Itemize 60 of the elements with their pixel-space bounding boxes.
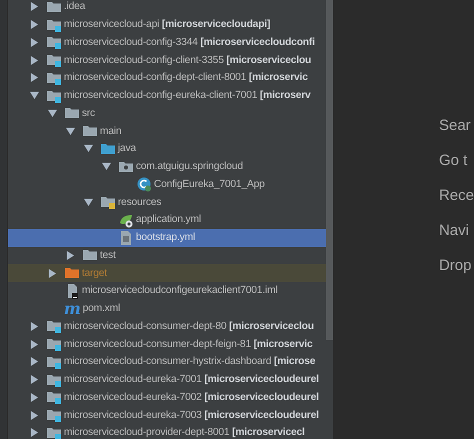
- collapsed-arrow-icon[interactable]: [30, 357, 39, 366]
- expanded-arrow-icon[interactable]: [66, 126, 75, 136]
- tree-item[interactable]: microservicecloud-eureka-7003 [microservicecloudeurel: [8, 406, 326, 424]
- expanded-arrow-icon[interactable]: [48, 108, 57, 118]
- collapsed-arrow-icon[interactable]: [30, 375, 39, 384]
- collapsed-arrow-icon[interactable]: [30, 2, 39, 12]
- tree-item[interactable]: microservicecloud-consumer-dept-80 [microserviceclou: [8, 318, 326, 336]
- tree-item[interactable]: microservicecloud-provider-dept-8001 [microservicecl: [8, 424, 326, 439]
- tree-item[interactable]: microservicecloud-config-client-3355 [microserviceclou: [8, 51, 326, 69]
- expanded-arrow-icon[interactable]: [84, 198, 93, 207]
- tree-item[interactable]: microservicecloud-config-3344 [microservicecloudconfi: [8, 34, 326, 52]
- collapsed-arrow-icon[interactable]: [66, 250, 75, 260]
- tree-item[interactable]: .idea: [8, 0, 326, 16]
- tree-item[interactable]: application.yml: [8, 211, 326, 229]
- module-folder-icon: [46, 336, 62, 352]
- tree-item[interactable]: microservicecloud-eureka-7001 [microservicecloudeurel: [8, 370, 326, 388]
- tree-item[interactable]: microservicecloud-config-dept-client-8001 [microservic: [8, 69, 326, 87]
- editor-hint: Drop: [438, 256, 472, 276]
- collapsed-arrow-icon[interactable]: [30, 322, 39, 331]
- collapsed-arrow-icon[interactable]: [30, 392, 39, 402]
- collapsed-arrow-icon[interactable]: [30, 73, 39, 82]
- resources-folder-icon: [100, 194, 116, 210]
- tree-item[interactable]: com.atguigu.springcloud: [8, 158, 326, 176]
- tree-item[interactable]: microservicecloud-consumer-dept-feign-81 [microservic: [8, 335, 326, 353]
- module-folder-icon: [46, 52, 62, 68]
- tree-item[interactable]: microservicecloud-consumer-hystrix-dashboard [microse: [8, 353, 326, 371]
- editor-hint: Navi: [438, 221, 470, 241]
- tree-item[interactable]: microservicecloudconfigeurekaclient7001.iml: [8, 282, 326, 300]
- collapsed-arrow-icon[interactable]: [30, 20, 39, 30]
- folder-icon: [46, 0, 62, 15]
- editor-hint: Sear: [438, 116, 472, 136]
- tree-item[interactable]: microservicecloud-api [microservicecloudapi]: [8, 16, 326, 34]
- editor-hint: Rece: [438, 186, 474, 206]
- tree-item[interactable]: microservicecloud-config-eureka-client-7001 [microserv: [8, 86, 326, 104]
- collapsed-arrow-icon[interactable]: [30, 428, 39, 438]
- tree-item[interactable]: java: [8, 140, 326, 158]
- module-folder-icon: [46, 34, 62, 50]
- expanded-arrow-icon[interactable]: [84, 144, 93, 154]
- collapsed-arrow-icon[interactable]: [30, 340, 39, 349]
- expanded-arrow-icon[interactable]: [30, 91, 39, 100]
- module-folder-icon: [46, 389, 62, 406]
- module-folder-icon: [46, 318, 62, 334]
- collapsed-arrow-icon[interactable]: [30, 38, 39, 47]
- editor-hint: Go t: [438, 151, 468, 171]
- maven-icon: m: [64, 300, 81, 317]
- tree-item[interactable]: bootstrap.yml: [8, 228, 326, 246]
- tree-item[interactable]: test: [8, 246, 326, 264]
- tree-item[interactable]: main: [8, 122, 326, 140]
- tree-item[interactable]: resources: [8, 193, 326, 211]
- expanded-arrow-icon[interactable]: [102, 162, 111, 172]
- tree-item[interactable]: microservicecloud-eureka-7002 [microservicecloudeurel: [8, 388, 326, 406]
- tree-item[interactable]: m pom.xml: [8, 300, 326, 318]
- module-folder-icon: [46, 407, 62, 424]
- scrollbar[interactable]: [326, 0, 333, 340]
- tree-item[interactable]: ConfigEureka_7001_App: [8, 176, 326, 194]
- collapsed-arrow-icon[interactable]: [30, 410, 39, 420]
- class-icon: [136, 176, 152, 192]
- tree-item[interactable]: src: [8, 104, 326, 122]
- collapsed-arrow-icon[interactable]: [48, 268, 57, 278]
- collapsed-arrow-icon[interactable]: [30, 56, 39, 65]
